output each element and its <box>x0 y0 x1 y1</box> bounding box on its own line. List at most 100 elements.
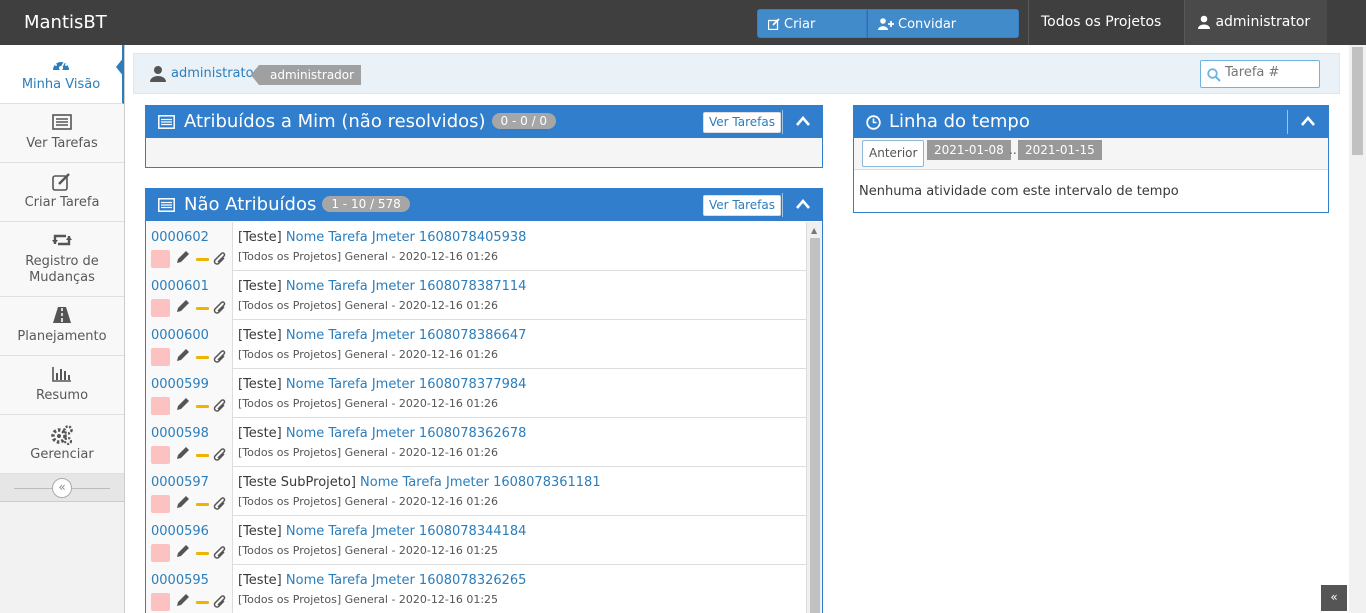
project-selector-label: Todos os Projetos <box>1041 14 1162 30</box>
sidebar-item-summary[interactable]: Resumo <box>0 356 124 415</box>
issue-id-cell: 0000596 <box>146 516 233 565</box>
user-menu[interactable]: administrator <box>1184 0 1327 70</box>
collapse-sidebar-icon[interactable]: « <box>52 478 72 498</box>
timeline-previous-button[interactable]: Anterior <box>862 140 925 167</box>
chevron-up-icon[interactable] <box>795 115 811 127</box>
issue-id-cell: 0000597 <box>146 467 233 516</box>
paperclip-icon <box>213 497 226 510</box>
pencil-icon[interactable] <box>176 593 190 607</box>
pencil-icon[interactable] <box>176 250 190 264</box>
view-issues-button[interactable]: Ver Tarefas <box>703 195 781 216</box>
issue-meta: [Todos os Projetos] General - 2020-12-16… <box>238 446 499 459</box>
search-icon <box>1207 68 1221 82</box>
widget-title: Linha do tempo <box>889 111 1030 132</box>
issue-id-input[interactable] <box>1225 65 1315 80</box>
issue-summary-link[interactable]: Nome Tarefa Jmeter 1608078377984 <box>286 377 527 392</box>
priority-normal-icon <box>196 454 209 457</box>
issue-meta: [Todos os Projetos] General - 2020-12-16… <box>238 544 499 557</box>
priority-square <box>151 593 170 611</box>
paperclip-icon <box>213 399 226 412</box>
pencil-icon[interactable] <box>176 348 190 362</box>
paperclip-icon <box>213 595 226 608</box>
top-navbar: MantisBT Criar Tarefa Convidar Usuários … <box>0 0 1366 70</box>
issue-summary-link[interactable]: Nome Tarefa Jmeter 1608078362678 <box>286 426 527 441</box>
priority-normal-icon <box>196 307 209 310</box>
pencil-icon[interactable] <box>176 397 190 411</box>
issue-meta: [Todos os Projetos] General - 2020-12-16… <box>238 397 499 410</box>
page-scrollbar[interactable] <box>1349 45 1366 613</box>
sidebar-item-my-view[interactable]: Minha Visão <box>0 45 124 104</box>
issue-summary-link[interactable]: Nome Tarefa Jmeter 1608078344184 <box>286 524 527 539</box>
sidebar-item-changelog[interactable]: Registro de Mudanças <box>0 222 124 297</box>
unassigned-widget: Não Atribuídos 1 - 10 / 578 Ver Tarefas 0… <box>145 188 823 613</box>
paperclip-icon <box>213 448 226 461</box>
issue-list: 0000602 [Teste] Nome Tarefa Jmeter 160807… <box>146 222 806 613</box>
sidebar-item-view-issues[interactable]: Ver Tarefas <box>0 104 124 163</box>
issue-summary: [Teste] Nome Tarefa Jmeter 1608078405938 <box>238 230 526 245</box>
sidebar-item-manage[interactable]: Gerenciar <box>0 415 124 474</box>
widget-header: Atribuídos a Mim (não resolvidos) 0 - 0 /… <box>146 106 822 138</box>
sidebar-item-create-issue[interactable]: Criar Tarefa <box>0 163 124 222</box>
issue-id-link[interactable]: 0000595 <box>151 573 209 588</box>
widget-title: Atribuídos a Mim (não resolvidos) <box>184 111 486 132</box>
sidebar-item-label: Criar Tarefa <box>24 195 100 210</box>
issue-meta: [Todos os Projetos] General - 2020-12-16… <box>238 250 499 263</box>
brand-logo[interactable]: MantisBT <box>24 12 107 33</box>
list-icon <box>158 115 175 129</box>
issue-summary-link[interactable]: Nome Tarefa Jmeter 1608078405938 <box>286 230 527 245</box>
issue-summary-link[interactable]: Nome Tarefa Jmeter 1608078387114 <box>286 279 527 294</box>
paperclip-icon <box>213 252 226 265</box>
issue-summary-link[interactable]: Nome Tarefa Jmeter 1608078361181 <box>360 475 601 490</box>
issue-meta: [Todos os Projetos] General - 2020-12-16… <box>238 348 499 361</box>
pencil-icon[interactable] <box>176 495 190 509</box>
issue-project: [Teste] <box>238 573 282 588</box>
widget-header: Linha do tempo <box>854 106 1328 138</box>
issue-id-cell: 0000601 <box>146 271 233 320</box>
pencil-icon[interactable] <box>176 544 190 558</box>
issue-id-link[interactable]: 0000599 <box>151 377 209 392</box>
priority-normal-icon <box>196 552 209 555</box>
issue-id-link[interactable]: 0000596 <box>151 524 209 539</box>
sidebar: Minha Visão Ver Tarefas Criar Tarefa Reg… <box>0 45 125 613</box>
issue-list-scrollbar[interactable]: ▲ <box>806 222 822 613</box>
issue-id-link[interactable]: 0000597 <box>151 475 209 490</box>
breadcrumb-username[interactable]: administrator <box>171 66 259 81</box>
priority-square <box>151 299 170 317</box>
issue-summary-link[interactable]: Nome Tarefa Jmeter 1608078386647 <box>286 328 527 343</box>
issue-id-link[interactable]: 0000602 <box>151 230 209 245</box>
user-plus-icon <box>878 18 894 30</box>
sidebar-item-label: Gerenciar <box>30 447 94 462</box>
issue-search[interactable] <box>1200 60 1320 88</box>
issue-summary: [Teste] Nome Tarefa Jmeter 1608078362678 <box>238 426 526 441</box>
bar-chart-icon <box>52 367 71 382</box>
issue-id-link[interactable]: 0000601 <box>151 279 209 294</box>
sidebar-item-roadmap[interactable]: Planejamento <box>0 297 124 356</box>
pencil-icon[interactable] <box>176 446 190 460</box>
back-to-top-button[interactable]: « <box>1321 585 1347 611</box>
issue-summary-link[interactable]: Nome Tarefa Jmeter 1608078326265 <box>286 573 527 588</box>
road-icon <box>53 307 71 323</box>
issue-summary: [Teste] Nome Tarefa Jmeter 1608078326265 <box>238 573 526 588</box>
project-selector[interactable]: Todos os Projetos <box>1028 0 1184 70</box>
view-issues-button[interactable]: Ver Tarefas <box>703 112 781 133</box>
priority-square <box>151 495 170 513</box>
table-row: 0000600 [Teste] Nome Tarefa Jmeter 160807… <box>146 320 806 369</box>
issue-summary: [Teste] Nome Tarefa Jmeter 1608078387114 <box>238 279 526 294</box>
table-row: 0000599 [Teste] Nome Tarefa Jmeter 160807… <box>146 369 806 418</box>
edit-icon <box>52 173 70 191</box>
table-row: 0000595 [Teste] Nome Tarefa Jmeter 160807… <box>146 565 806 613</box>
issue-meta: [Todos os Projetos] General - 2020-12-16… <box>238 593 499 606</box>
issue-id-cell: 0000595 <box>146 565 233 613</box>
sidebar-item-label: Registro de Mudanças <box>25 254 99 285</box>
priority-normal-icon <box>196 601 209 604</box>
issue-id-link[interactable]: 0000598 <box>151 426 209 441</box>
pencil-icon[interactable] <box>176 299 190 313</box>
invite-users-button[interactable]: Convidar Usuários <box>867 9 1019 61</box>
issue-id-link[interactable]: 0000600 <box>151 328 209 343</box>
issue-id-cell: 0000602 <box>146 222 233 271</box>
chevron-up-icon[interactable] <box>795 198 811 210</box>
chevron-up-icon[interactable] <box>1300 115 1316 127</box>
user-icon <box>1198 15 1210 29</box>
issue-meta: [Todos os Projetos] General - 2020-12-16… <box>238 495 499 508</box>
create-issue-button[interactable]: Criar Tarefa <box>757 9 867 61</box>
